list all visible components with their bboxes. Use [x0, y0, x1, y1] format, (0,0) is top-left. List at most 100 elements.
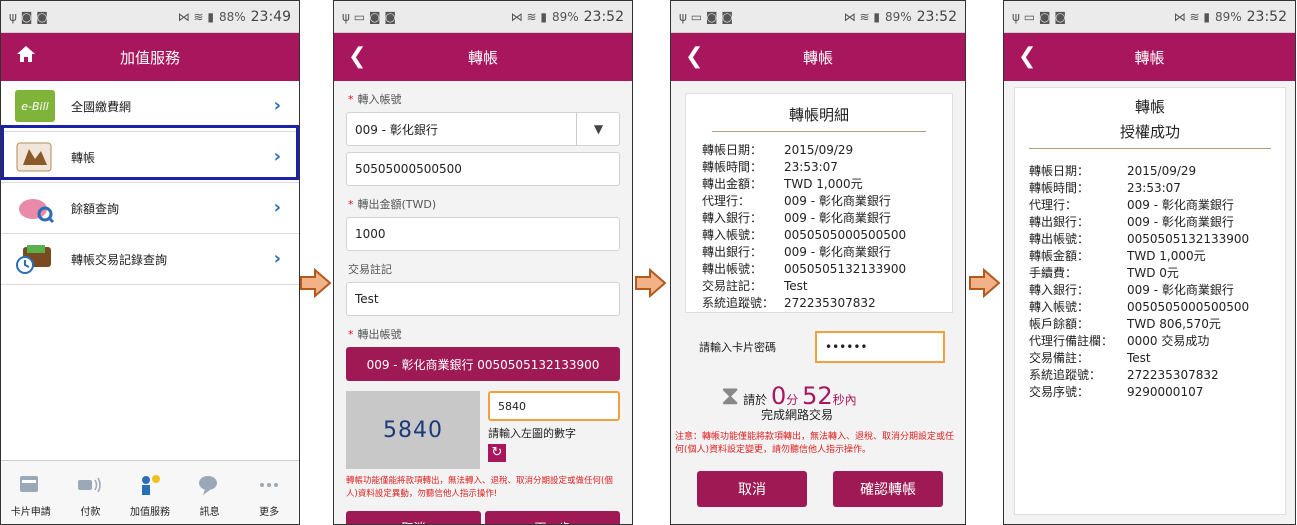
detail-row: 轉帳日期： 2015/09/29 [702, 142, 952, 159]
menu-item-label: 轉帳交易記錄查詢 [71, 252, 168, 267]
detail-key: 轉入帳號： [702, 228, 763, 242]
detail-value: 0050505000500500 [784, 228, 907, 242]
detail-key: 轉入銀行： [702, 211, 763, 225]
status-bar: ψ ▭ ◙ ◙ ⋈ ≋ ▮ 89% 23:52 [334, 1, 632, 33]
screen-transfer-confirm: ψ ▭ ◙ ◙ ⋈ ≋ ▮ 89% 23:52 ❮ 轉帳 轉帳明細 轉帳日期： 2… [670, 0, 966, 525]
ebill-icon: e-Bill [15, 90, 55, 122]
status-bar: ψ ◙ ◙ ⋈ ≋ ▮ 88% 23:49 [1, 1, 299, 33]
detail-key: 轉出帳號： [702, 262, 763, 276]
notification-icons: ψ ▭ ◙ ◙ [342, 9, 396, 24]
detail-row: 代理行： 009 - 彰化商業銀行 [1029, 197, 1285, 214]
amount-input[interactable]: 1000 [346, 217, 620, 251]
success-status: 授權成功 [1029, 117, 1271, 149]
action-buttons: 取消 下一步 [346, 511, 620, 524]
detail-row: 轉出金額： TWD 1,000元 [702, 176, 952, 193]
flow-arrow-icon [969, 268, 1001, 298]
nav-payment[interactable]: 付款 [61, 461, 121, 524]
nav-value-added[interactable]: 加值服務 [120, 461, 180, 524]
detail-value: 2015/09/29 [784, 143, 854, 157]
detail-value: 272235307832 [1127, 368, 1219, 382]
app-bar: ❮ 轉帳 [1004, 33, 1295, 81]
app-bar: ❮ 轉帳 [671, 33, 965, 81]
detail-value: 0050505132133900 [1127, 232, 1250, 246]
transfer-detail-card: 轉帳明細 轉帳日期： 2015/09/29 轉帳時間： 23:53:07 轉出金額： TW… [685, 93, 953, 313]
warning-text: 轉帳功能僅能將款項轉出，無法轉入、退稅、取消分期設定或做任何(個人)資料設定異動… [346, 476, 613, 499]
detail-row: 轉出帳號： 0050505132133900 [702, 261, 952, 278]
detail-value: TWD 806,570元 [1127, 317, 1221, 331]
next-button[interactable]: 下一步 [485, 511, 620, 524]
cancel-button[interactable]: 取消 [697, 471, 807, 507]
nav-more[interactable]: 更多 [239, 461, 299, 524]
detail-key: 代理行： [702, 194, 751, 208]
detail-value: 272235307832 [784, 296, 876, 310]
bottom-navigation: 卡片申請 付款 加值服務 訊息 更多 [1, 460, 299, 524]
memo-input[interactable]: Test [346, 282, 620, 316]
detail-row: 轉帳時間： 23:53:07 [702, 159, 952, 176]
captcha-area: 5840 5840 請輸入左圖的數字 ↻ [346, 391, 620, 469]
out-account-button[interactable]: 009 - 彰化商業銀行 0050505132133900 [346, 347, 620, 381]
bank-select[interactable]: 009 - 彰化銀行 ▼ [346, 112, 620, 146]
detail-row: 交易備註： Test [1029, 350, 1285, 367]
detail-key: 轉入銀行： [1029, 283, 1090, 297]
detail-key: 交易備註： [1029, 351, 1090, 365]
clock: 23:52 [1246, 8, 1287, 25]
app-bar: 加值服務 [1, 33, 299, 81]
detail-key: 系統追蹤號： [702, 296, 775, 310]
detail-row: 系統追蹤號： 272235307832 [702, 295, 952, 312]
detail-value: 009 - 彰化商業銀行 [784, 194, 891, 208]
detail-row: 帳戶餘額： TWD 806,570元 [1029, 316, 1285, 333]
detail-value: 0050505132133900 [784, 262, 907, 276]
detail-key: 轉出銀行： [702, 245, 763, 259]
chevron-right-icon: › [273, 248, 281, 269]
chevron-right-icon: › [273, 95, 281, 116]
detail-key: 轉出金額： [702, 177, 763, 191]
card-title: 轉帳 [1134, 98, 1165, 116]
pin-label: 請輸入卡片密碼 [699, 341, 776, 354]
detail-row: 轉入帳號： 0050505000500500 [1029, 299, 1285, 316]
account-number-input[interactable]: 50505000500500 [346, 152, 620, 186]
detail-value: 2015/09/29 [1127, 164, 1197, 178]
detail-row: 轉出銀行： 009 - 彰化商業銀行 [702, 244, 952, 261]
battery-level: 89% [551, 9, 579, 24]
battery-level: 88% [218, 9, 246, 24]
captcha-image: 5840 [346, 391, 480, 469]
cancel-button[interactable]: 取消 [346, 511, 481, 524]
detail-value: Test [784, 279, 808, 293]
detail-row: 代理行： 009 - 彰化商業銀行 [702, 193, 952, 210]
menu-item-transfer-history[interactable]: 轉帳交易記錄查詢 › [1, 234, 299, 285]
success-card: 轉帳 授權成功 轉帳日期： 2015/09/29 轉帳時間： 23:53:07 代理行：… [1014, 87, 1286, 515]
detail-row: 代理行備註欄： 0000 交易成功 [1029, 333, 1285, 350]
pin-input[interactable]: •••••• [815, 331, 945, 363]
value-added-icon [141, 475, 160, 495]
menu-item-balance[interactable]: 餘額查詢 › [1, 183, 299, 234]
detail-value: TWD 1,000元 [1127, 249, 1206, 263]
detail-key: 轉帳時間： [702, 160, 763, 174]
detail-key: 轉入帳號： [1029, 300, 1090, 314]
detail-key: 系統追蹤號： [1029, 368, 1102, 382]
captcha-input[interactable]: 5840 [488, 391, 620, 421]
screen-transfer-success: ψ ▭ ◙ ◙ ⋈ ≋ ▮ 89% 23:52 ❮ 轉帳 轉帳 授權成功 轉帳日… [1003, 0, 1296, 525]
detail-value: 009 - 彰化商業銀行 [1127, 198, 1234, 212]
detail-key: 代理行： [1029, 198, 1078, 212]
nav-message[interactable]: 訊息 [180, 461, 240, 524]
page-title: 轉帳 [802, 48, 833, 67]
detail-value: 0050505000500500 [1127, 300, 1250, 314]
flow-arrow-icon [300, 268, 332, 298]
selection-highlight [1, 125, 299, 180]
detail-value: 009 - 彰化商業銀行 [784, 211, 891, 225]
card-title: 轉帳明細 [712, 94, 926, 132]
detail-list: 轉帳日期： 2015/09/29 轉帳時間： 23:53:07 代理行： 009 - 彰化… [1015, 149, 1285, 401]
refresh-icon[interactable]: ↻ [488, 444, 506, 462]
detail-key: 轉出帳號： [1029, 232, 1090, 246]
clock: 23:52 [916, 8, 957, 25]
page-title: 轉帳 [467, 48, 498, 67]
detail-row: 轉帳時間： 23:53:07 [1029, 180, 1285, 197]
clock: 23:52 [583, 8, 624, 25]
detail-key: 轉帳時間： [1029, 181, 1090, 195]
menu-list: e-Bill 全國繳費網 › 轉帳 › 餘額查詢 › 轉帳交易記錄查詢 › [1, 81, 299, 285]
battery-level: 89% [1214, 9, 1242, 24]
detail-key: 手續費： [1029, 266, 1078, 280]
nav-card-apply[interactable]: 卡片申請 [1, 461, 61, 524]
confirm-transfer-button[interactable]: 確認轉帳 [833, 471, 943, 507]
captcha-hint: 請輸入左圖的數字 [488, 427, 576, 440]
